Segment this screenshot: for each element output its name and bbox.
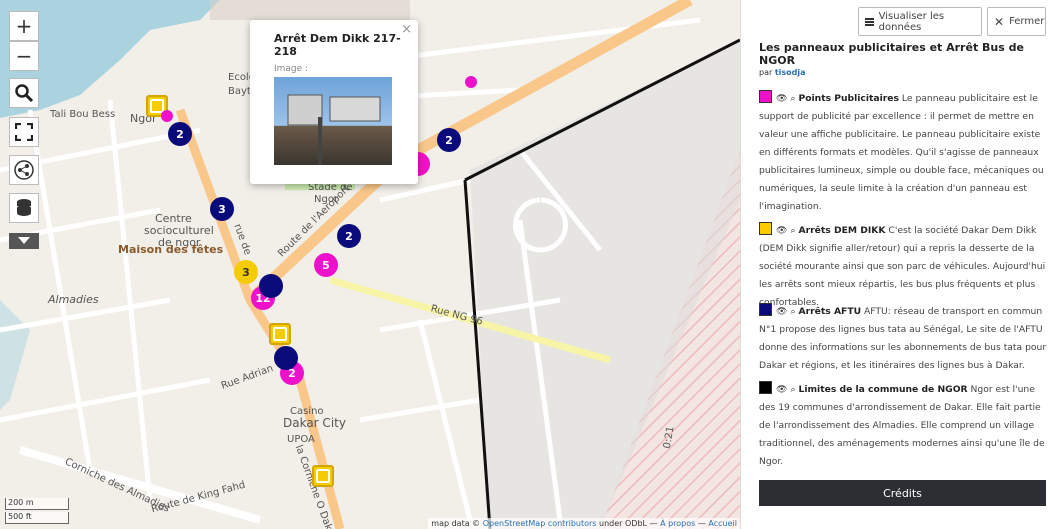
search-icon <box>15 84 33 102</box>
cluster-marker[interactable]: 5 <box>314 253 338 277</box>
eye-icon[interactable]: 👁 <box>776 222 787 240</box>
zoom-to-layer-icon[interactable]: ⌕ <box>790 381 795 399</box>
close-label: Fermer <box>1009 16 1045 27</box>
layer-name: Points Publicitaires <box>798 93 899 104</box>
layer-entry: 👁 ⌕ Limites de la commune de NGOR Ngor est… <box>759 381 1053 471</box>
author-link[interactable]: tisodja <box>775 68 806 77</box>
eye-icon[interactable]: 👁 <box>776 90 787 108</box>
attribution: map data © OpenStreetMap contributors un… <box>428 518 740 529</box>
license-text: under ODbL — <box>599 519 658 528</box>
author-line: par tisodja <box>759 68 806 77</box>
cluster-marker[interactable]: 3 <box>210 197 234 221</box>
cluster-marker[interactable] <box>259 274 283 298</box>
cluster-marker[interactable] <box>274 346 298 370</box>
fullscreen-icon <box>15 123 33 141</box>
cluster-marker[interactable]: 3 <box>234 260 258 284</box>
layer-name: Limites de la commune de NGOR <box>798 384 968 395</box>
database-icon <box>17 199 31 216</box>
data-layers-button[interactable] <box>9 193 39 223</box>
view-data-button[interactable]: Visualiser les données <box>858 7 982 36</box>
zoom-to-layer-icon[interactable]: ⌕ <box>790 90 795 108</box>
layer-color-swatch <box>759 222 772 235</box>
about-link[interactable]: À propos <box>660 519 695 528</box>
attribution-sep: — <box>697 519 706 528</box>
scale-bar: 200 m 500 ft <box>5 498 69 526</box>
bus-stop-photo-drawing <box>287 94 381 165</box>
map-label: Maison des fêtes <box>118 243 224 256</box>
layer-description: Le panneau publicitaire est le support d… <box>759 93 1044 212</box>
list-icon <box>865 17 874 26</box>
zoom-to-layer-icon[interactable]: ⌕ <box>790 303 795 321</box>
billboard-pin[interactable] <box>161 110 173 122</box>
view-data-label: Visualiser les données <box>878 10 945 33</box>
map-title: Les panneaux publicitaires et Arrêt Bus … <box>759 41 1024 67</box>
popup-title: Arrêt Dem Dikk 217-218 <box>274 32 401 58</box>
bus-stop-photo <box>274 77 392 165</box>
layer-entry: 👁 ⌕ Points Publicitaires Le panneau public… <box>759 90 1053 216</box>
share-button[interactable] <box>9 155 39 185</box>
bus-stop-marker[interactable] <box>269 323 291 345</box>
popup-image-label: Image : <box>274 64 309 74</box>
layer-entry: 👁 ⌕ Arrêts DEM DIKK C'est la société Dakar… <box>759 222 1053 312</box>
map-label: Dakar City <box>283 416 346 430</box>
map-label: Tali Bou Bess <box>50 109 116 120</box>
bus-stop-marker[interactable] <box>312 465 334 487</box>
osm-link[interactable]: OpenStreetMap contributors <box>483 519 597 528</box>
close-panel-button[interactable]: ✕ Fermer <box>987 7 1046 36</box>
more-controls-button[interactable] <box>9 233 39 249</box>
credits-button[interactable]: Crédits <box>759 480 1046 506</box>
cluster-marker[interactable]: 2 <box>437 128 461 152</box>
layer-description: C'est la société Dakar Dem Dikk (DEM Dik… <box>759 225 1046 308</box>
search-button[interactable] <box>9 78 39 108</box>
scale-imperial: 500 ft <box>5 512 69 524</box>
caret-down-icon <box>18 237 30 244</box>
marker-popup: Arrêt Dem Dikk 217-218 × Image : <box>250 20 418 184</box>
map-label: Almadies <box>48 293 99 306</box>
billboard-pin[interactable] <box>465 76 477 88</box>
popup-close-button[interactable]: × <box>401 22 412 37</box>
home-link[interactable]: Accueil <box>708 519 737 528</box>
close-icon: ✕ <box>994 14 1005 29</box>
zoom-out-button[interactable]: − <box>9 41 39 71</box>
zoom-to-layer-icon[interactable]: ⌕ <box>790 222 795 240</box>
attribution-prefix: map data © <box>431 519 481 528</box>
map-view[interactable]: Tali Bou Bess Ngor Ecole Baytir Centre s… <box>0 0 740 529</box>
cluster-marker[interactable]: 2 <box>168 122 192 146</box>
zoom-in-button[interactable]: + <box>9 11 39 41</box>
share-icon <box>14 160 34 180</box>
layer-name: Arrêts AFTU <box>798 306 862 317</box>
layer-description: Ngor est l'une des 19 communes d'arrondi… <box>759 384 1045 467</box>
eye-icon[interactable]: 👁 <box>776 303 787 321</box>
layer-name: Arrêts DEM DIKK <box>798 225 886 236</box>
layer-color-swatch <box>759 381 772 394</box>
layer-color-swatch <box>759 90 772 103</box>
by-label: par <box>759 68 773 77</box>
layer-entry: 👁 ⌕ Arrêts AFTU AFTU: réseau de transport … <box>759 303 1053 375</box>
layer-color-swatch <box>759 303 772 316</box>
info-panel: Visualiser les données ✕ Fermer Les pann… <box>740 0 1061 529</box>
scale-metric: 200 m <box>5 498 69 510</box>
fullscreen-button[interactable] <box>9 117 39 147</box>
cluster-marker[interactable]: 2 <box>337 224 361 248</box>
eye-icon[interactable]: 👁 <box>776 381 787 399</box>
